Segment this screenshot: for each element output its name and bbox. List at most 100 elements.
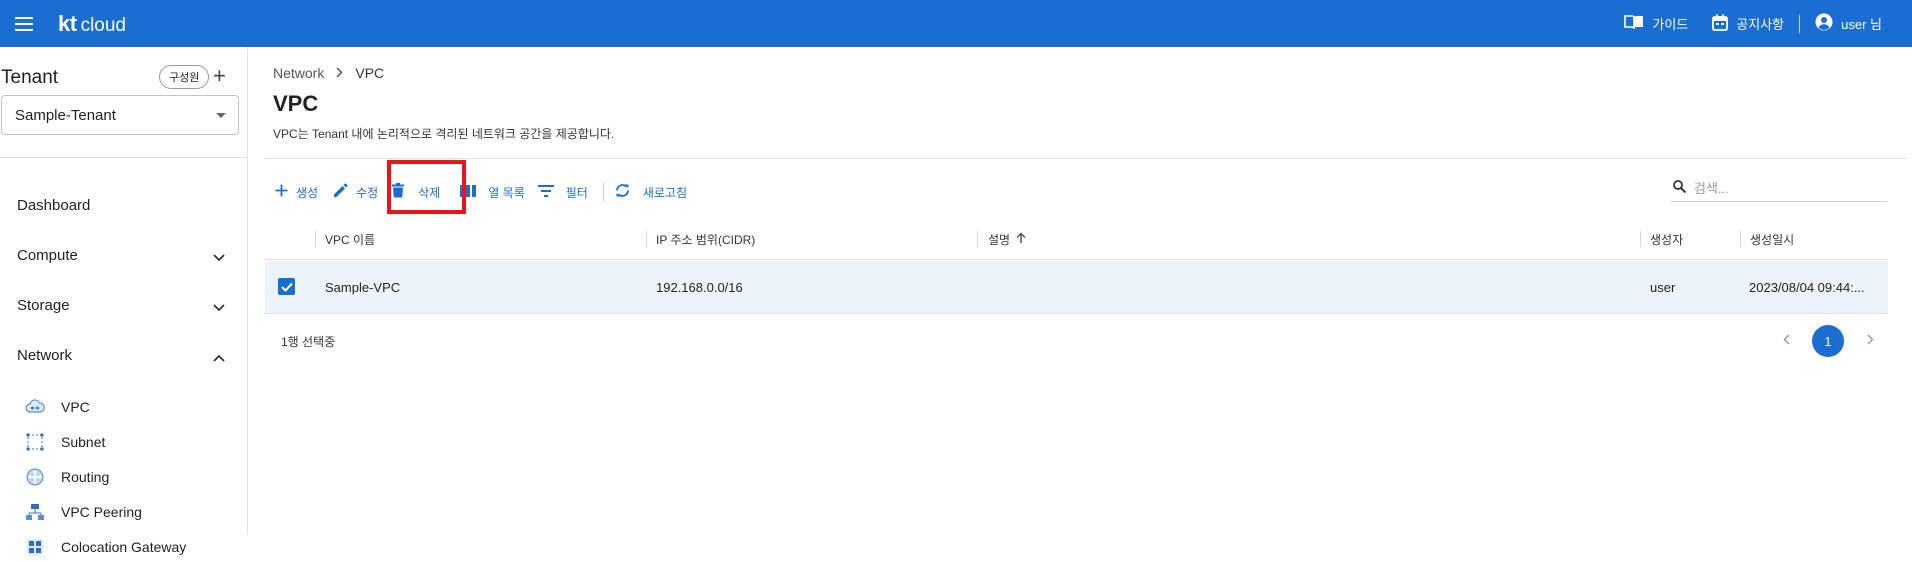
column-separator (1640, 231, 1641, 247)
cell-creator: user (1650, 279, 1676, 295)
tenant-title: Tenant (1, 67, 59, 88)
search-box[interactable] (1671, 176, 1887, 202)
columns-label: 열 목록 (488, 185, 525, 200)
tenant-header: Tenant 구성원 + (1, 64, 237, 89)
sidebar-item-label: Subnet (61, 434, 106, 450)
add-tenant-icon[interactable]: + (213, 64, 226, 88)
column-header-label: 설명 (988, 232, 1011, 247)
pagination: 1 (1780, 324, 1876, 358)
delete-label: 삭제 (418, 185, 441, 200)
column-header-name[interactable]: VPC 이름 (325, 218, 375, 260)
user-menu[interactable]: user 님 (1803, 13, 1912, 34)
notice-link[interactable]: 공지사항 (1700, 14, 1796, 34)
create-label: 생성 (296, 185, 319, 200)
selection-count: 1행 선택중 (281, 335, 336, 349)
notice-label: 공지사항 (1736, 17, 1785, 32)
sidebar: Tenant 구성원 + Sample-Tenant Dashboard Com… (0, 47, 248, 555)
search-input[interactable] (1694, 181, 1874, 196)
sidebar-item-label: Network (17, 346, 73, 364)
member-button[interactable]: 구성원 (159, 65, 210, 89)
refresh-icon (614, 183, 631, 201)
vpc-peering-icon (25, 503, 45, 521)
create-button[interactable]: 생성 (275, 175, 318, 209)
cell-created: 2023/08/04 09:44:... (1749, 279, 1865, 295)
header-divider (265, 158, 1907, 159)
guide-link[interactable]: 가이드 (1612, 14, 1700, 33)
colocation-gateway-icon (25, 538, 45, 556)
sidebar-item-label: Compute (17, 246, 78, 264)
arrow-up-icon (1016, 231, 1026, 247)
sidebar-item-label: Colocation Gateway (61, 539, 187, 555)
cell-cidr: 192.168.0.0/16 (656, 279, 743, 295)
column-header-cidr[interactable]: IP 주소 범위(CIDR) (656, 218, 755, 260)
pencil-icon (333, 183, 348, 201)
logo-cloud: cloud (80, 14, 126, 36)
guide-label: 가이드 (1652, 17, 1689, 32)
view-column-icon (460, 184, 477, 200)
sidebar-item-label: VPC (61, 399, 90, 415)
sidebar-item-vpc-peering[interactable]: VPC Peering (0, 497, 247, 527)
chevron-left-icon (1782, 332, 1790, 350)
column-header-creator[interactable]: 생성자 (1650, 218, 1683, 260)
chevron-up-icon (213, 349, 225, 366)
menu-icon[interactable] (0, 0, 47, 47)
column-separator (315, 231, 316, 247)
column-separator (977, 231, 978, 247)
sidebar-item-vpc[interactable]: VPC (0, 392, 247, 422)
toolbar: 생성 수정 삭제 열 목록 필터 새로고침 (273, 175, 687, 209)
column-header-label: IP 주소 범위(CIDR) (656, 232, 756, 247)
column-header-created[interactable]: 생성일시 (1750, 218, 1794, 260)
page-title: VPC (273, 91, 319, 116)
next-page-button[interactable] (1864, 332, 1876, 350)
sidebar-item-compute[interactable]: Compute (0, 235, 247, 275)
breadcrumb-vpc: VPC (355, 65, 385, 81)
routing-icon (25, 468, 45, 486)
kt-cloud-logo[interactable]: kt cloud (58, 11, 126, 37)
cell-vpc-name: Sample-VPC (325, 279, 401, 295)
table-header: VPC 이름 IP 주소 범위(CIDR) 설명 생성자 생성일시 (265, 218, 1888, 260)
page-1-button[interactable]: 1 (1812, 325, 1844, 357)
table-row[interactable]: Sample-VPC 192.168.0.0/16 user 2023/08/0… (265, 261, 1888, 314)
sidebar-item-routing[interactable]: Routing (0, 462, 247, 492)
sidebar-item-dashboard[interactable]: Dashboard (0, 185, 247, 225)
tenant-select[interactable]: Sample-Tenant (1, 95, 239, 135)
account-circle-icon (1815, 13, 1833, 34)
sidebar-item-network[interactable]: Network (0, 335, 247, 375)
chevron-down-icon (213, 299, 225, 316)
prev-page-button[interactable] (1780, 332, 1792, 350)
toolbar-divider (602, 182, 604, 202)
edit-button[interactable]: 수정 (333, 175, 378, 209)
filter-icon (537, 184, 554, 200)
chevron-right-icon (1866, 332, 1874, 350)
sidebar-item-label: Dashboard (17, 196, 91, 214)
column-header-description[interactable]: 설명 (988, 218, 1026, 260)
breadcrumb-network[interactable]: Network (273, 65, 324, 81)
subnet-icon (25, 433, 45, 451)
row-checkbox[interactable] (278, 278, 295, 295)
dropdown-caret-icon (216, 113, 226, 118)
page-description: VPC는 Tenant 내에 논리적으로 격리된 네트워크 공간을 제공합니다. (273, 127, 615, 141)
refresh-label: 새로고침 (642, 185, 688, 200)
column-header-label: 생성자 (1650, 232, 1684, 247)
sidebar-item-label: Routing (61, 469, 110, 485)
sidebar-item-subnet[interactable]: Subnet (0, 427, 247, 457)
column-header-label: 생성일시 (1750, 232, 1795, 247)
sidebar-item-colocation-gateway[interactable]: Colocation Gateway (0, 532, 247, 562)
delete-button[interactable]: 삭제 (392, 175, 440, 209)
columns-button[interactable]: 열 목록 (460, 175, 525, 209)
logo-kt: kt (58, 10, 77, 36)
top-app-bar: kt cloud 가이드 공지사항 user 님 (0, 0, 1912, 47)
sidebar-item-label: Storage (17, 296, 70, 314)
column-separator (1740, 231, 1741, 247)
tenant-selected-value: Sample-Tenant (15, 106, 116, 124)
plus-icon (275, 184, 288, 200)
chevron-right-icon (336, 65, 343, 81)
refresh-button[interactable]: 새로고침 (614, 175, 687, 209)
calendar-icon (1712, 14, 1729, 34)
search-icon (1673, 179, 1687, 198)
sidebar-item-storage[interactable]: Storage (0, 285, 247, 325)
book-icon (1624, 14, 1644, 33)
filter-button[interactable]: 필터 (537, 175, 588, 209)
top-divider (1799, 14, 1801, 33)
filter-label: 필터 (565, 185, 588, 200)
